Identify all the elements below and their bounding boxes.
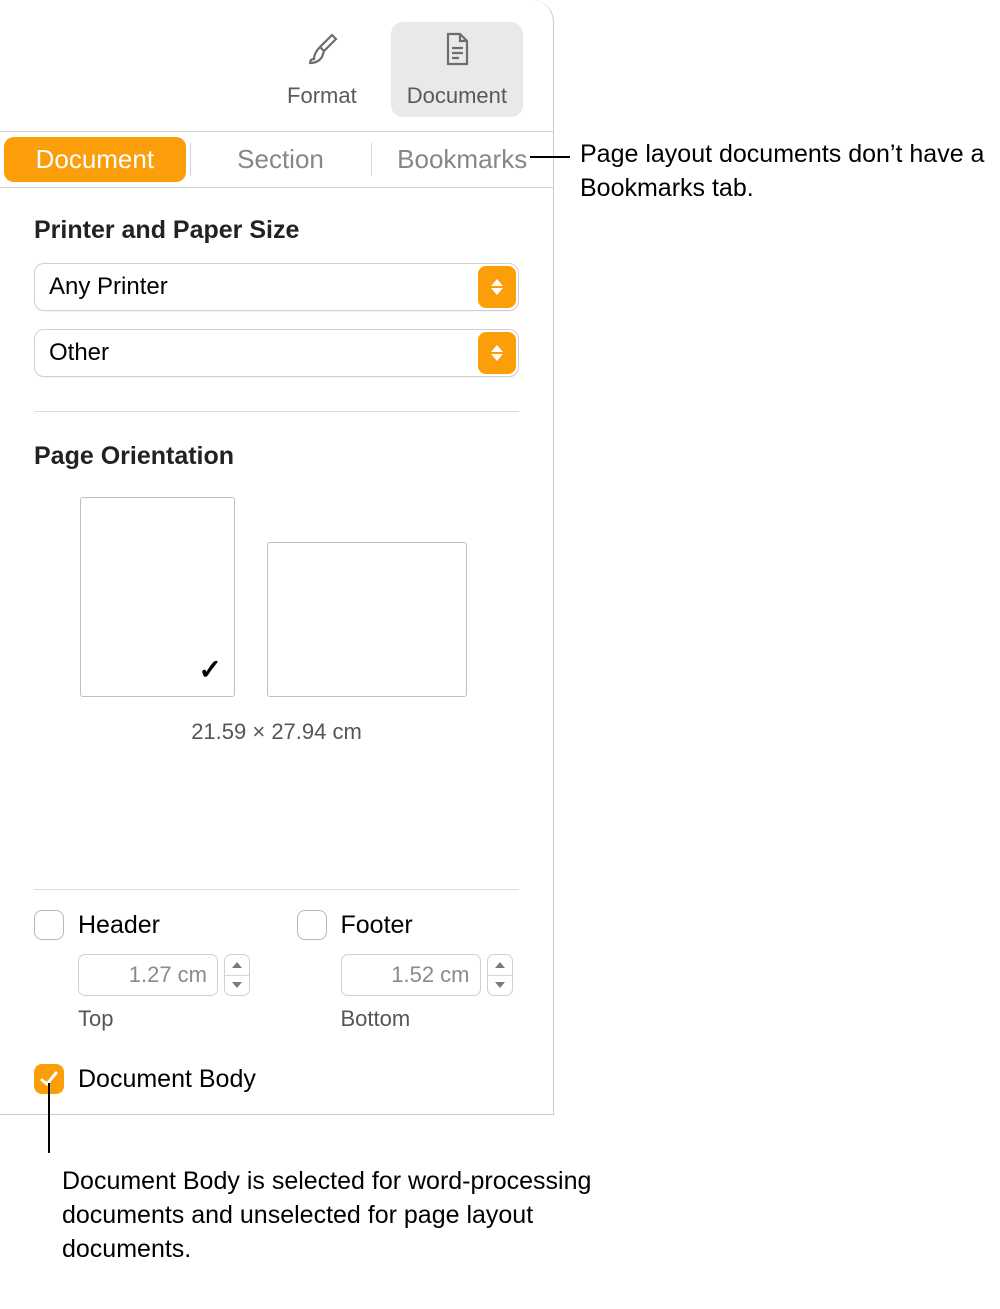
callout-line — [530, 156, 570, 158]
inspector-body: Printer and Paper Size Any Printer Other… — [0, 188, 553, 1115]
footer-bottom-value: 1.52 cm — [391, 962, 469, 988]
paper-size-select[interactable]: Other — [34, 329, 519, 377]
orientation-heading: Page Orientation — [34, 442, 519, 471]
footer-label: Footer — [341, 911, 413, 940]
format-label: Format — [287, 83, 357, 109]
format-button[interactable]: Format — [271, 22, 373, 117]
inspector-tabs: Document Section Bookmarks — [0, 132, 553, 188]
callout-line — [48, 1083, 50, 1153]
tab-document[interactable]: Document — [4, 137, 186, 182]
header-label: Header — [78, 911, 160, 940]
updown-icon — [478, 332, 516, 374]
header-top-stepper[interactable] — [224, 954, 250, 996]
orientation-portrait[interactable]: ✓ — [80, 497, 235, 697]
footer-bottom-stepper[interactable] — [487, 954, 513, 996]
divider — [34, 889, 519, 890]
document-icon — [439, 31, 475, 73]
tab-bookmarks[interactable]: Bookmarks — [371, 132, 553, 187]
printer-select[interactable]: Any Printer — [34, 263, 519, 311]
page-size-text: 21.59 × 27.94 cm — [34, 719, 519, 745]
inspector-panel: Format Document Document Section Bookmar… — [0, 0, 554, 1115]
footer-checkbox[interactable] — [297, 910, 327, 940]
bottom-sublabel: Bottom — [341, 1006, 520, 1032]
updown-icon — [478, 266, 516, 308]
header-top-field[interactable]: 1.27 cm — [78, 954, 218, 996]
header-top-value: 1.27 cm — [129, 962, 207, 988]
stepper-up-icon — [225, 955, 249, 975]
document-body-label: Document Body — [78, 1065, 256, 1094]
stepper-down-icon — [225, 975, 249, 996]
header-checkbox[interactable] — [34, 910, 64, 940]
document-label: Document — [407, 83, 507, 109]
paper-value: Other — [49, 339, 109, 367]
toolbar: Format Document — [0, 0, 553, 132]
callout-bookmarks: Page layout documents don’t have a Bookm… — [580, 138, 990, 206]
tab-section[interactable]: Section — [190, 132, 372, 187]
printer-value: Any Printer — [49, 273, 168, 301]
stepper-up-icon — [488, 955, 512, 975]
footer-bottom-field[interactable]: 1.52 cm — [341, 954, 481, 996]
stepper-down-icon — [488, 975, 512, 996]
check-icon: ✓ — [199, 653, 222, 686]
paintbrush-icon — [304, 31, 340, 73]
top-sublabel: Top — [78, 1006, 257, 1032]
orientation-landscape[interactable] — [267, 542, 467, 697]
callout-document-body: Document Body is selected for word-proce… — [62, 1165, 622, 1266]
divider — [34, 411, 519, 412]
printer-paper-heading: Printer and Paper Size — [34, 216, 519, 245]
document-button[interactable]: Document — [391, 22, 523, 117]
